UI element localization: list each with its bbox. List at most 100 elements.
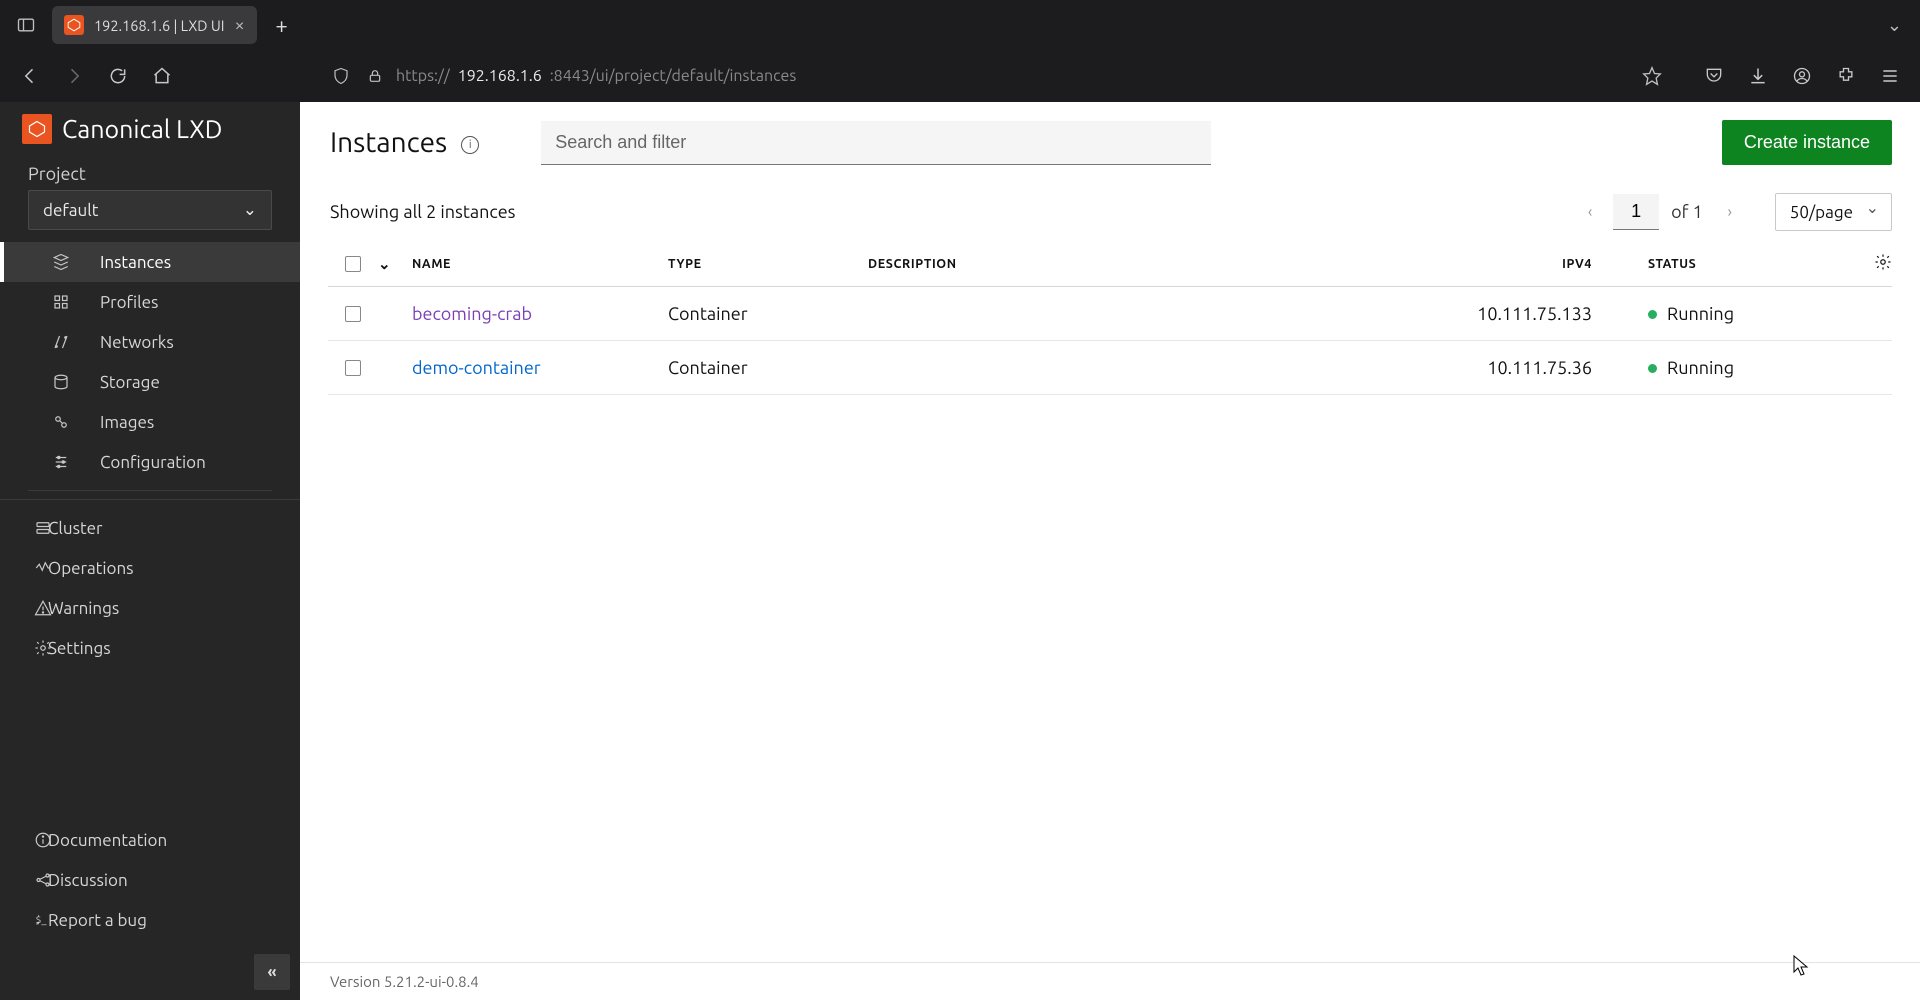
instance-ipv4: 10.111.75.36 [1432,358,1612,378]
next-page-button[interactable]: › [1715,197,1745,227]
browser-toolbar: https://192.168.1.6:8443/ui/project/defa… [0,50,1920,102]
create-instance-button[interactable]: Create instance [1722,120,1892,165]
brand-text: Canonical LXD [62,115,222,143]
column-status[interactable]: STATUS [1612,257,1812,271]
sidebar-nav: Instances Profiles Networks Storage Imag… [0,238,300,668]
tracking-shield-icon[interactable] [328,67,354,85]
sidebar-collapse-button[interactable]: « [254,954,290,990]
home-button[interactable] [142,56,182,96]
instance-name-link[interactable]: demo-container [412,358,541,378]
browser-tab-strip: 192.168.1.6 | LXD UI × + ⌄ [0,0,1920,50]
sidebar-item-label: Cluster [48,519,102,538]
link-label: Discussion [48,871,128,890]
instances-table: ⌄ NAME TYPE DESCRIPTION IPV4 STATUS beco… [328,241,1892,395]
forward-button[interactable] [54,56,94,96]
instance-type: Container [668,358,868,378]
url-host: 192.168.1.6 [458,67,542,85]
row-checkbox[interactable] [345,360,361,376]
column-description[interactable]: DESCRIPTION [868,257,1432,271]
link-label: Report a bug [48,911,147,930]
sidebar: Canonical LXD Project default ⌄ Instance… [0,102,300,1000]
favicon-lxd-icon [64,15,84,35]
new-tab-button[interactable]: + [265,8,299,42]
instances-icon [50,253,72,271]
sidebar-item-settings[interactable]: Settings [0,628,300,668]
table-row[interactable]: demo-container Container 10.111.75.36Runni… [328,341,1892,395]
sidebar-divider [28,490,272,491]
table-settings-icon[interactable] [1874,253,1892,271]
sidebar-item-label: Warnings [48,599,119,618]
tab-close-icon[interactable]: × [234,16,244,34]
per-page-select[interactable]: 50/page [1775,193,1892,231]
reload-button[interactable] [98,56,138,96]
instance-type: Container [668,304,868,324]
project-select[interactable]: default ⌄ [28,190,272,230]
chevron-down-icon: ⌄ [243,200,257,220]
instance-ipv4: 10.111.75.133 [1432,304,1612,324]
column-name[interactable]: NAME [408,257,668,271]
link-documentation[interactable]: Documentation [0,820,300,860]
table-header: ⌄ NAME TYPE DESCRIPTION IPV4 STATUS [328,241,1892,287]
info-icon[interactable]: i [461,136,479,154]
status-dot-icon [1648,310,1657,319]
address-bar[interactable]: https://192.168.1.6:8443/ui/project/defa… [320,56,1674,96]
configuration-icon [50,453,72,471]
storage-icon [50,373,72,391]
header-expand-icon[interactable]: ⌄ [378,255,408,273]
share-icon [32,871,54,889]
project-select-value: default [43,201,98,220]
list-meta-row: Showing all 2 instances ‹ of 1 › 50/page [300,165,1920,241]
back-button[interactable] [10,56,50,96]
sidebar-item-operations[interactable]: Operations [0,548,300,588]
status-dot-icon [1648,364,1657,373]
bookmark-star-icon[interactable] [1638,66,1666,86]
settings-icon [32,639,54,657]
link-report-bug[interactable]: $_ Report a bug [0,900,300,940]
browser-tab-title: 192.168.1.6 | LXD UI [94,17,224,34]
bug-icon: $_ [32,911,54,929]
sidebar-item-label: Storage [100,373,160,392]
sidebar-item-profiles[interactable]: Profiles [0,282,300,322]
tab-overview-icon[interactable] [8,7,44,43]
sidebar-item-configuration[interactable]: Configuration [0,442,300,482]
sidebar-item-label: Settings [48,639,111,658]
sidebar-item-label: Profiles [100,293,158,312]
per-page-value: 50/page [1790,203,1853,222]
select-all-checkbox[interactable] [345,256,361,272]
page-input[interactable] [1613,194,1659,230]
column-type[interactable]: TYPE [668,257,868,271]
tabs-dropdown-icon[interactable]: ⌄ [1877,9,1912,42]
sidebar-item-label: Images [100,413,154,432]
pager: ‹ of 1 › 50/page [1575,193,1892,231]
search-input[interactable] [541,121,1211,165]
operations-icon [32,559,54,577]
instance-status: Running [1612,358,1812,378]
browser-tab-active[interactable]: 192.168.1.6 | LXD UI × [52,6,257,44]
extensions-icon[interactable] [1826,56,1866,96]
sidebar-item-images[interactable]: Images [0,402,300,442]
table-row[interactable]: becoming-crab Container 10.111.75.133Runni… [328,287,1892,341]
account-icon[interactable] [1782,56,1822,96]
hamburger-menu-icon[interactable] [1870,56,1910,96]
sidebar-item-instances[interactable]: Instances [0,242,300,282]
url-path: :8443/ui/project/default/instances [550,67,797,85]
sidebar-item-storage[interactable]: Storage [0,362,300,402]
downloads-icon[interactable] [1738,56,1778,96]
instance-name-link[interactable]: becoming-crab [412,304,532,324]
instance-status: Running [1612,304,1812,324]
brand[interactable]: Canonical LXD [0,102,300,154]
sidebar-item-label: Operations [48,559,134,578]
sidebar-item-cluster[interactable]: Cluster [0,508,300,548]
lock-icon[interactable] [362,68,388,84]
column-ipv4[interactable]: IPV4 [1432,257,1612,271]
sidebar-item-networks[interactable]: Networks [0,322,300,362]
page-title: Instances [330,127,447,158]
link-discussion[interactable]: Discussion [0,860,300,900]
warnings-icon [32,599,54,617]
row-checkbox[interactable] [345,306,361,322]
pocket-icon[interactable] [1694,56,1734,96]
page-header: Instances i Create instance [300,102,1920,165]
project-label: Project [0,154,300,190]
prev-page-button[interactable]: ‹ [1575,197,1605,227]
sidebar-item-warnings[interactable]: Warnings [0,588,300,628]
